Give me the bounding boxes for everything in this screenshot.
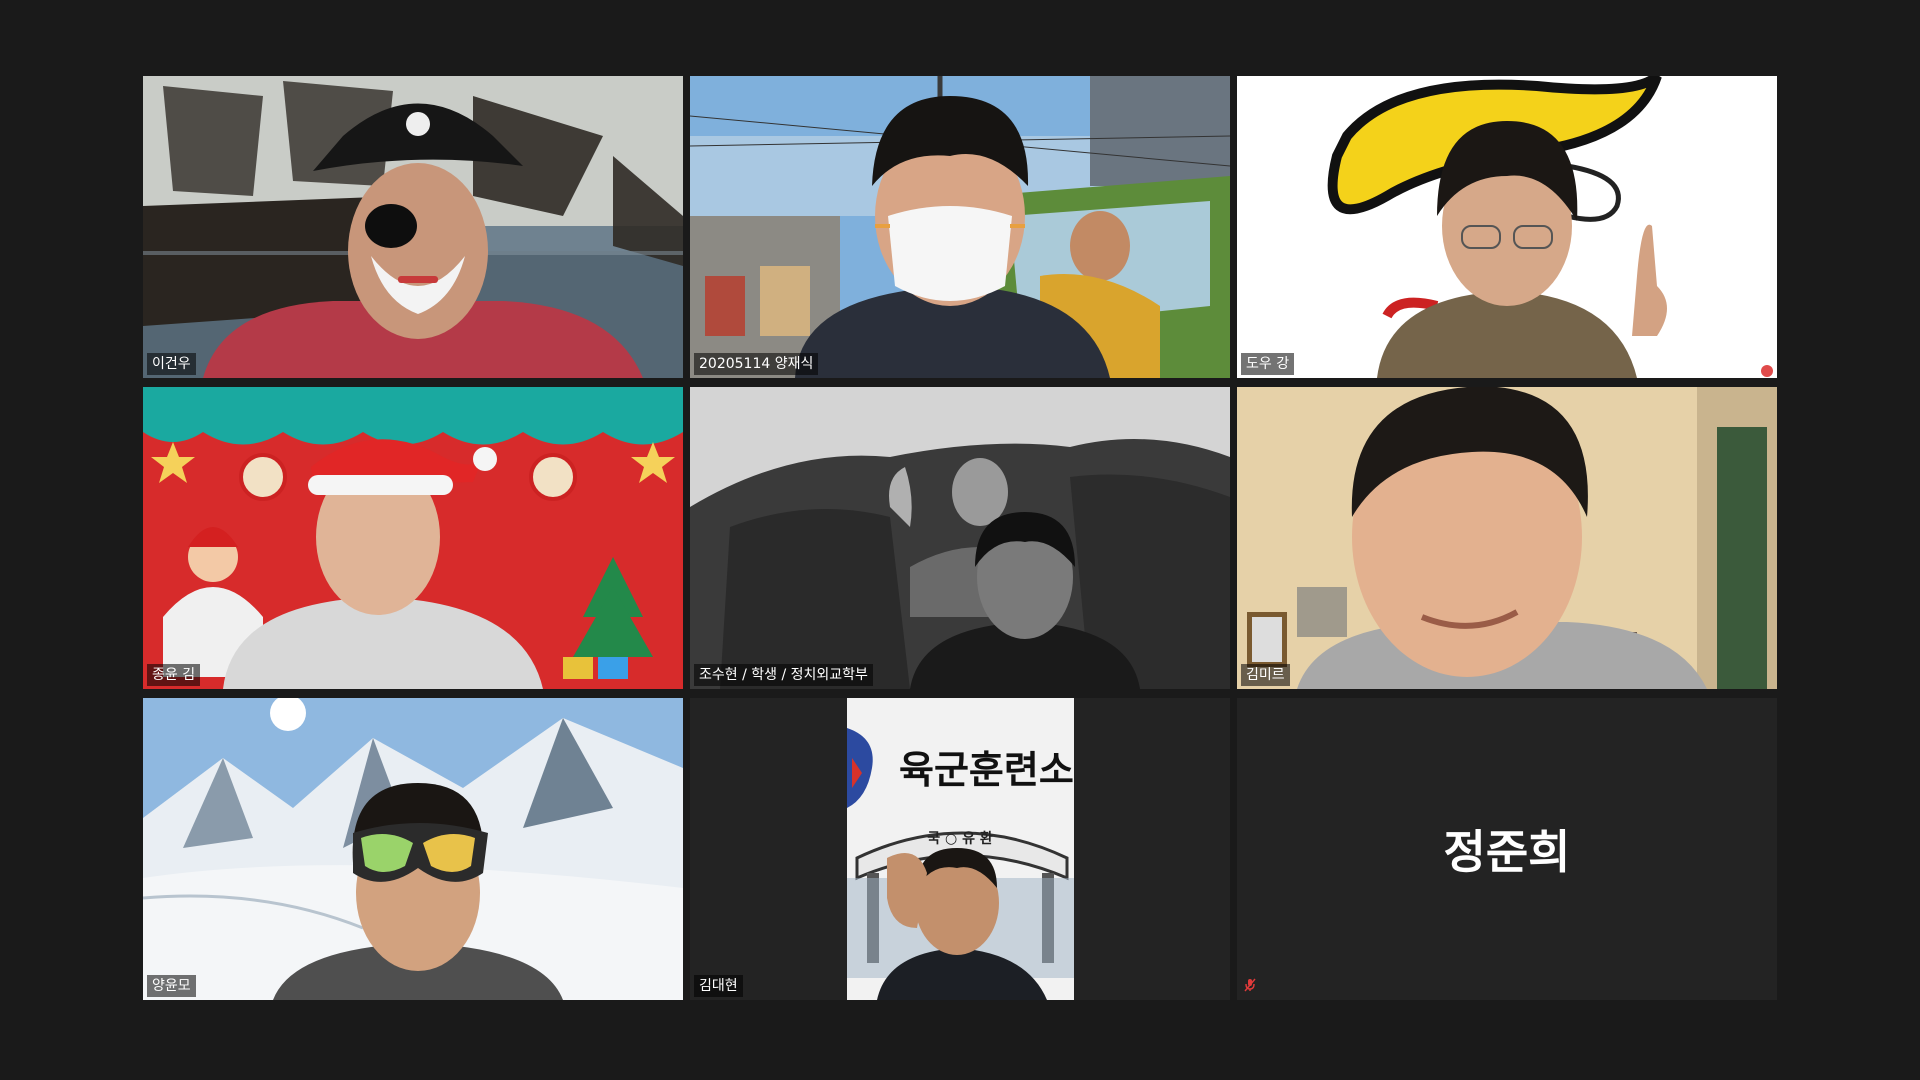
participant-tile-2[interactable]: 20205114 양재식 xyxy=(690,76,1230,378)
army-training-center-video: 육군훈련소 국 ○ 유 환 xyxy=(847,698,1074,1000)
participant-name: 도우 강 xyxy=(1241,353,1295,375)
participant-tile-7[interactable]: 양윤모 xyxy=(143,698,683,1000)
army-gate-text: 국 ○ 유 환 xyxy=(927,830,993,847)
participant-tile-3[interactable]: 도우 강 xyxy=(1237,76,1777,378)
yellow-logo-background xyxy=(1237,76,1777,378)
participant-name: 양윤모 xyxy=(147,975,196,997)
participant-name: 김미르 xyxy=(1241,664,1290,686)
participant-display-name: 정준희 xyxy=(1443,825,1571,879)
room-background xyxy=(1237,387,1777,689)
participant-tile-9[interactable]: 정준희 xyxy=(1237,698,1777,1000)
participant-tile-4[interactable]: 종윤 김 xyxy=(143,387,683,689)
participant-tile-6[interactable]: 김미르 xyxy=(1237,387,1777,689)
participant-name: 20205114 양재식 xyxy=(694,353,819,375)
participant-name: 김대현 xyxy=(694,975,743,997)
grayscale-background xyxy=(690,387,1230,689)
pirate-ship-background xyxy=(143,76,683,378)
participant-tile-5[interactable]: 조수현 / 학생 / 정치외교학부 xyxy=(690,387,1230,689)
video-grid: 이건우 20205114 양재식 도우 강 종윤 김 조수현 / 학생 / 정치… xyxy=(143,76,1778,1001)
participant-tile-1[interactable]: 이건우 xyxy=(143,76,683,378)
participant-name-label xyxy=(1241,975,1263,997)
mic-muted-icon xyxy=(1244,978,1256,992)
participant-name: 조수현 / 학생 / 정치외교학부 xyxy=(694,664,873,686)
participant-tile-8[interactable]: 육군훈련소 국 ○ 유 환 김대현 xyxy=(690,698,1230,1000)
army-sign-text: 육군훈련소 xyxy=(899,748,1074,792)
participant-name: 종윤 김 xyxy=(147,664,201,686)
participant-name: 이건우 xyxy=(147,353,196,375)
christmas-background xyxy=(143,387,683,689)
taxi-street-background xyxy=(690,76,1230,378)
snowy-mountains-background xyxy=(143,698,683,1000)
